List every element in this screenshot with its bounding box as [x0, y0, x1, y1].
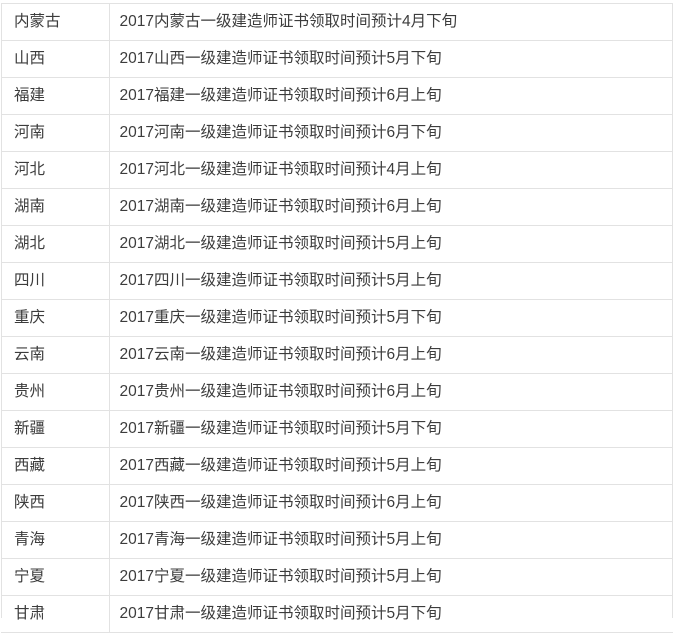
cell-province: 四川: [1, 262, 110, 300]
cell-province: 陕西: [1, 484, 110, 522]
cell-notice: 2017湖北一级建造师证书领取时间预计5月上旬: [109, 225, 673, 263]
cell-notice: 2017河南一级建造师证书领取时间预计6月下旬: [109, 114, 673, 152]
table-row: 四川 2017四川一级建造师证书领取时间预计5月上旬: [1, 262, 673, 300]
cell-notice: 2017河北一级建造师证书领取时间预计4月上旬: [109, 151, 673, 189]
table-row: 内蒙古 2017内蒙古一级建造师证书领取时间预计4月下旬: [1, 3, 673, 41]
cell-notice: 2017内蒙古一级建造师证书领取时间预计4月下旬: [109, 3, 673, 41]
table-row: 西藏 2017西藏一级建造师证书领取时间预计5月上旬: [1, 447, 673, 485]
cell-notice: 2017甘肃一级建造师证书领取时间预计5月下旬: [109, 595, 673, 633]
cell-province: 湖南: [1, 188, 110, 226]
table-row: 甘肃 2017甘肃一级建造师证书领取时间预计5月下旬: [1, 595, 673, 633]
certificate-pickup-table: 内蒙古 2017内蒙古一级建造师证书领取时间预计4月下旬 山西 2017山西一级建造师…: [1, 3, 673, 633]
cell-province: 福建: [1, 77, 110, 115]
table-row: 宁夏 2017宁夏一级建造师证书领取时间预计5月上旬: [1, 558, 673, 596]
cell-province: 青海: [1, 521, 110, 559]
cell-notice: 2017陕西一级建造师证书领取时间预计6月上旬: [109, 484, 673, 522]
cell-province: 宁夏: [1, 558, 110, 596]
cell-province: 湖北: [1, 225, 110, 263]
table-row: 河南 2017河南一级建造师证书领取时间预计6月下旬: [1, 114, 673, 152]
cell-notice: 2017青海一级建造师证书领取时间预计5月上旬: [109, 521, 673, 559]
table-row: 湖北 2017湖北一级建造师证书领取时间预计5月上旬: [1, 225, 673, 263]
cell-province: 新疆: [1, 410, 110, 448]
cell-notice: 2017西藏一级建造师证书领取时间预计5月上旬: [109, 447, 673, 485]
table-row: 青海 2017青海一级建造师证书领取时间预计5月上旬: [1, 521, 673, 559]
cell-province: 河南: [1, 114, 110, 152]
cell-province: 贵州: [1, 373, 110, 411]
cell-province: 甘肃: [1, 595, 110, 633]
table-row: 河北 2017河北一级建造师证书领取时间预计4月上旬: [1, 151, 673, 189]
cell-notice: 2017云南一级建造师证书领取时间预计6月上旬: [109, 336, 673, 374]
cell-province: 内蒙古: [1, 3, 110, 41]
table-row: 重庆 2017重庆一级建造师证书领取时间预计5月下旬: [1, 299, 673, 337]
table-row: 贵州 2017贵州一级建造师证书领取时间预计6月上旬: [1, 373, 673, 411]
cell-province: 云南: [1, 336, 110, 374]
cell-province: 山西: [1, 40, 110, 78]
cell-province: 重庆: [1, 299, 110, 337]
table-row: 湖南 2017湖南一级建造师证书领取时间预计6月上旬: [1, 188, 673, 226]
cell-notice: 2017新疆一级建造师证书领取时间预计5月下旬: [109, 410, 673, 448]
table-row: 陕西 2017陕西一级建造师证书领取时间预计6月上旬: [1, 484, 673, 522]
table-row: 山西 2017山西一级建造师证书领取时间预计5月下旬: [1, 40, 673, 78]
cell-notice: 2017贵州一级建造师证书领取时间预计6月上旬: [109, 373, 673, 411]
cell-notice: 2017山西一级建造师证书领取时间预计5月下旬: [109, 40, 673, 78]
cell-province: 河北: [1, 151, 110, 189]
cell-notice: 2017宁夏一级建造师证书领取时间预计5月上旬: [109, 558, 673, 596]
table-row: 新疆 2017新疆一级建造师证书领取时间预计5月下旬: [1, 410, 673, 448]
table-row: 云南 2017云南一级建造师证书领取时间预计6月上旬: [1, 336, 673, 374]
cell-notice: 2017福建一级建造师证书领取时间预计6月上旬: [109, 77, 673, 115]
cell-notice: 2017湖南一级建造师证书领取时间预计6月上旬: [109, 188, 673, 226]
province-certificate-schedule: 内蒙古 2017内蒙古一级建造师证书领取时间预计4月下旬 山西 2017山西一级建造师…: [1, 3, 673, 633]
cell-notice: 2017重庆一级建造师证书领取时间预计5月下旬: [109, 299, 673, 337]
table-body: 内蒙古 2017内蒙古一级建造师证书领取时间预计4月下旬 山西 2017山西一级建造师…: [1, 3, 673, 633]
cell-notice: 2017四川一级建造师证书领取时间预计5月上旬: [109, 262, 673, 300]
table-row: 福建 2017福建一级建造师证书领取时间预计6月上旬: [1, 77, 673, 115]
cell-province: 西藏: [1, 447, 110, 485]
